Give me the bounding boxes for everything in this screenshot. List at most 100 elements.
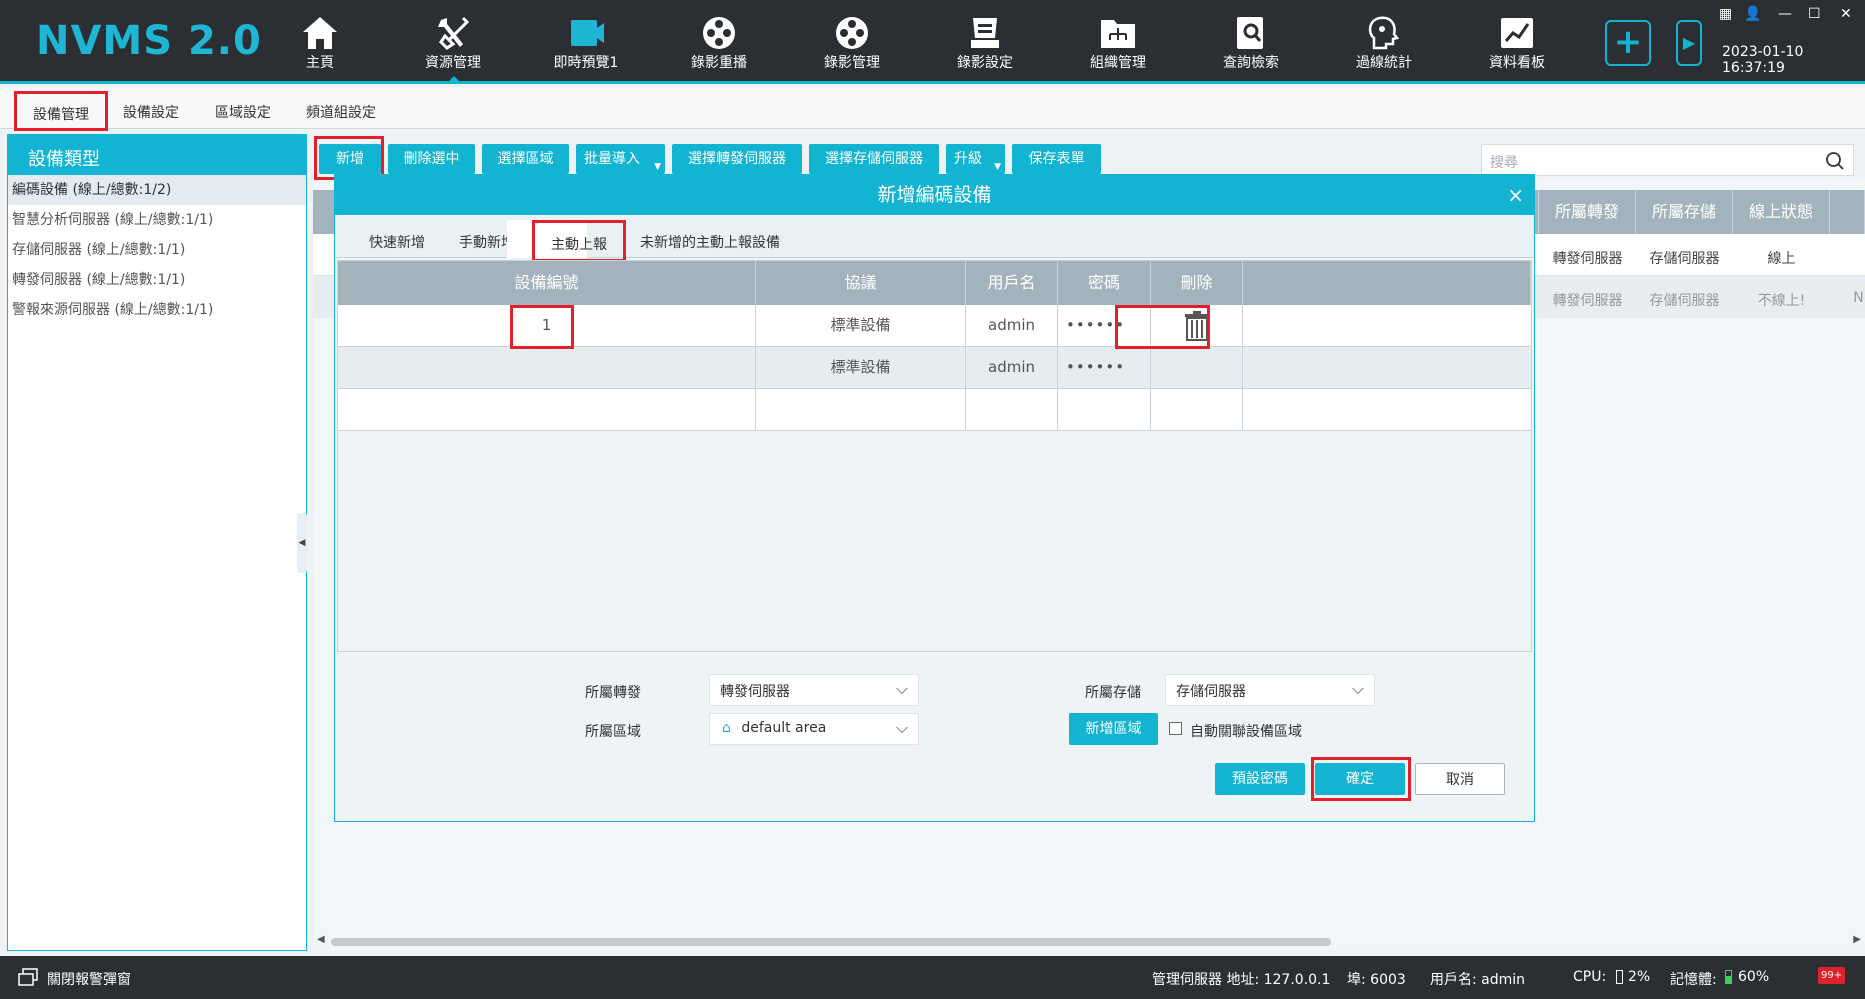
scroll-left-icon[interactable]: ◀ xyxy=(317,934,325,945)
cell-username[interactable]: admin xyxy=(966,305,1058,346)
cell-device-id[interactable] xyxy=(338,389,756,430)
status-bar: 關閉報警彈窗 管理伺服器 地址: 127.0.0.1 埠: 6003 用戶名: … xyxy=(0,956,1865,999)
nav-home[interactable]: 主頁 xyxy=(270,0,370,84)
sub-tab-bar: 設備管理 設備設定 區域設定 頻道組設定 xyxy=(0,87,1865,129)
cell-blank xyxy=(1243,389,1531,430)
cell-blank xyxy=(1243,347,1531,388)
expand-button[interactable]: ▶ xyxy=(1676,20,1702,66)
search-input[interactable]: 搜尋 xyxy=(1481,144,1854,176)
auto-link-checkbox[interactable] xyxy=(1169,722,1182,735)
table-row[interactable] xyxy=(338,389,1531,431)
nav-data-board[interactable]: 資料看板 xyxy=(1467,0,1567,84)
cell-blank xyxy=(1243,305,1531,346)
highlight-box xyxy=(1311,757,1411,801)
chevron-left-icon: ◀ xyxy=(298,538,306,548)
nav-organization[interactable]: 組織管理 xyxy=(1068,0,1168,84)
tab-quick-add[interactable]: 快速新增 xyxy=(369,232,425,252)
nav-label: 查詢檢索 xyxy=(1223,55,1279,71)
user-icon[interactable]: 👤 xyxy=(1744,6,1761,22)
nav-live-preview[interactable]: 即時預覽1 xyxy=(536,0,636,84)
server-address: 管理伺服器 地址: 127.0.0.1 xyxy=(1152,972,1331,988)
table-row[interactable]: 標準設備 admin •••••• xyxy=(338,347,1531,389)
grid-icon[interactable]: ▦ xyxy=(1719,6,1732,22)
datetime: 2023-01-10 16:37:19 xyxy=(1722,44,1804,76)
highlight-box xyxy=(532,220,626,262)
area-select[interactable]: ⌂ default area ⌵ xyxy=(709,713,919,745)
device-type-storage-server[interactable]: 存儲伺服器 (線上/總數:1/1) xyxy=(8,235,306,265)
scroll-thumb[interactable] xyxy=(331,938,1331,946)
tab-unadded-report-devices[interactable]: 未新增的主動上報設備 xyxy=(640,232,780,252)
scroll-right-icon[interactable]: ▶ xyxy=(1853,934,1861,945)
search-doc-icon xyxy=(1237,17,1263,49)
close-icon[interactable]: ✕ xyxy=(1840,6,1852,22)
film-reel-icon xyxy=(703,17,735,49)
minimize-icon[interactable]: — xyxy=(1778,6,1792,22)
device-type-alarm-server[interactable]: 警報來源伺服器 (線上/總數:1/1) xyxy=(8,295,306,325)
cancel-button[interactable]: 取消 xyxy=(1415,763,1505,795)
cell-protocol[interactable]: 標準設備 xyxy=(756,305,966,346)
film-reel-icon xyxy=(836,17,868,49)
storage-value: 存儲伺服器 xyxy=(1176,684,1246,700)
device-type-forward-server[interactable]: 轉發伺服器 (線上/總數:1/1) xyxy=(8,265,306,295)
cell-device-id[interactable] xyxy=(338,347,756,388)
storage-server-select[interactable]: 存儲伺服器 ⌵ xyxy=(1165,674,1375,706)
search-icon[interactable] xyxy=(1825,151,1845,171)
nav-resource-management[interactable]: 資源管理 xyxy=(403,0,503,84)
nav-label: 過線統計 xyxy=(1356,55,1412,71)
chevron-down-icon: ⌵ xyxy=(1351,679,1364,698)
nav-query[interactable]: 查詢檢索 xyxy=(1201,0,1301,84)
cell-protocol[interactable] xyxy=(756,389,966,430)
default-password-button[interactable]: 預設密碼 xyxy=(1215,763,1305,795)
cell-username[interactable] xyxy=(966,389,1058,430)
horizontal-scrollbar[interactable]: ◀ ▶ xyxy=(313,934,1865,950)
nav-line-statistics[interactable]: 過線統計 xyxy=(1334,0,1434,84)
forward-label: 所屬轉發 xyxy=(585,685,641,701)
highlight-box xyxy=(14,91,108,131)
tab-device-settings[interactable]: 設備設定 xyxy=(123,102,179,122)
add-encoder-dialog: 新增編碼設備 × 快速新增 手動新增 主動上報 未新增的主動上報設備 設備編號 … xyxy=(334,174,1535,822)
device-type-panel: 設備類型 編碼設備 (線上/總數:1/2) 智慧分析伺服器 (線上/總數:1/1… xyxy=(7,134,307,951)
save-form-button[interactable]: 保存表單 xyxy=(1012,144,1101,174)
video-camera-icon xyxy=(571,20,604,46)
nav-label: 錄影管理 xyxy=(824,55,880,71)
auto-link-label: 自動關聯設備區域 xyxy=(1190,724,1302,740)
area-value: default area xyxy=(741,720,827,736)
nav-record-management[interactable]: 錄影管理 xyxy=(802,0,902,84)
upgrade-label: 升級 xyxy=(954,151,982,167)
maximize-icon[interactable]: ☐ xyxy=(1808,6,1821,22)
device-type-encoder[interactable]: 編碼設備 (線上/總數:1/2) xyxy=(8,175,306,205)
nav-playback[interactable]: 錄影重播 xyxy=(669,0,769,84)
alarm-popup-toggle[interactable]: 關閉報警彈窗 xyxy=(47,969,131,989)
col-header-username: 用戶名 xyxy=(966,261,1058,305)
col-header-delete: 刪除 xyxy=(1151,261,1243,305)
device-type-analysis-server[interactable]: 智慧分析伺服器 (線上/總數:1/1) xyxy=(8,205,306,235)
col-header-blank xyxy=(1243,261,1531,305)
cell-password[interactable] xyxy=(1058,389,1151,430)
popup-window-icon[interactable] xyxy=(18,968,38,986)
server-port: 埠: 6003 xyxy=(1347,972,1406,988)
chevron-down-icon: ⌵ xyxy=(895,718,908,737)
cell-protocol[interactable]: 標準設備 xyxy=(756,347,966,388)
add-module-button[interactable]: + xyxy=(1605,20,1651,66)
cell-password[interactable]: •••••• xyxy=(1058,347,1151,388)
select-area-button[interactable]: 選擇區域 xyxy=(482,144,569,174)
play-arrow-icon: ▶ xyxy=(1682,33,1696,52)
select-forward-server-button[interactable]: 選擇轉發伺服器 xyxy=(672,144,802,174)
nav-record-settings[interactable]: 錄影設定 xyxy=(935,0,1035,84)
forward-server-select[interactable]: 轉發伺服器 ⌵ xyxy=(709,674,919,706)
area-label: 所屬區域 xyxy=(585,724,641,740)
tab-area-settings[interactable]: 區域設定 xyxy=(215,102,271,122)
batch-import-button[interactable]: 批量導入 ▼ xyxy=(576,144,665,174)
cell-username[interactable]: admin xyxy=(966,347,1058,388)
cpu-label: CPU: xyxy=(1573,969,1607,985)
add-area-button[interactable]: 新增區域 xyxy=(1069,713,1158,745)
select-storage-server-button[interactable]: 選擇存儲伺服器 xyxy=(809,144,939,174)
tools-icon xyxy=(438,16,470,50)
upgrade-button[interactable]: 升級 ▼ xyxy=(946,144,1005,174)
delete-selected-button[interactable]: 刪除選中 xyxy=(388,144,475,174)
close-icon[interactable]: × xyxy=(1507,175,1524,215)
collapse-panel-button[interactable]: ◀ xyxy=(297,513,307,573)
tab-channel-group-settings[interactable]: 頻道組設定 xyxy=(306,102,376,122)
cell-extra: N xyxy=(1853,290,1864,306)
notification-badge[interactable]: 99+ xyxy=(1818,967,1846,984)
